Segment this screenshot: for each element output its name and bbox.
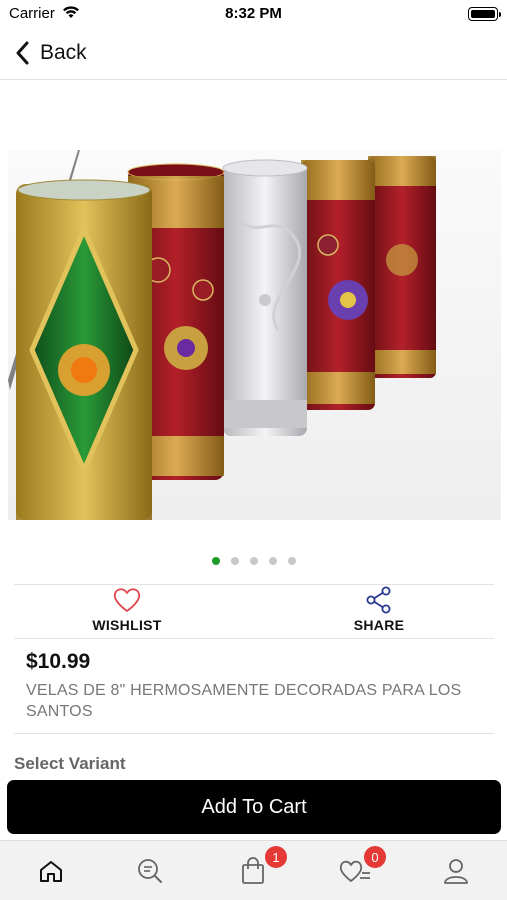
carousel-dot[interactable]: [230, 557, 239, 565]
user-icon: [444, 859, 468, 884]
home-icon: [40, 861, 62, 882]
add-to-cart-button[interactable]: Add To Cart: [7, 780, 501, 834]
wishlist-button[interactable]: WISHLIST: [37, 586, 217, 636]
bag-icon: [242, 857, 264, 884]
tab-home[interactable]: [21, 841, 81, 900]
product-image-carousel[interactable]: [8, 150, 501, 520]
product-price: $10.99: [26, 650, 91, 673]
heart-icon: [113, 588, 141, 612]
wishlist-label: WISHLIST: [92, 617, 162, 633]
wishlist-count-badge: 0: [364, 846, 386, 868]
product-photo: [8, 150, 501, 520]
share-label: SHARE: [353, 617, 405, 633]
nav-bar: Back: [0, 28, 507, 80]
back-label: Back: [40, 41, 87, 64]
tab-profile[interactable]: [426, 841, 486, 900]
share-button[interactable]: SHARE: [289, 586, 469, 636]
carousel-dot[interactable]: [287, 557, 296, 565]
divider: [14, 584, 494, 585]
tab-cart[interactable]: 1: [223, 841, 287, 900]
carousel-pagination[interactable]: [0, 557, 507, 565]
select-variant-label: Select Variant: [14, 754, 126, 773]
product-title: VELAS DE 8" HERMOSAMENTE DECORADAS PARA …: [26, 682, 462, 720]
status-bar: Carrier 8:32 PM: [0, 0, 507, 28]
battery-icon: [468, 7, 501, 21]
search-list-icon: [138, 859, 162, 883]
divider: [14, 733, 494, 734]
carousel-dot[interactable]: [211, 557, 220, 565]
cart-count-badge: 1: [265, 846, 287, 868]
back-button[interactable]: Back: [12, 38, 87, 68]
share-icon: [366, 586, 391, 614]
bottom-tab-bar: 1 0: [0, 840, 507, 900]
carousel-dot[interactable]: [249, 557, 258, 565]
divider: [14, 638, 494, 639]
chevron-left-icon: [16, 41, 29, 65]
tab-search[interactable]: [121, 841, 181, 900]
tab-wishlist[interactable]: 0: [325, 841, 386, 900]
carousel-dot[interactable]: [268, 557, 277, 565]
status-time: 8:32 PM: [225, 5, 282, 22]
